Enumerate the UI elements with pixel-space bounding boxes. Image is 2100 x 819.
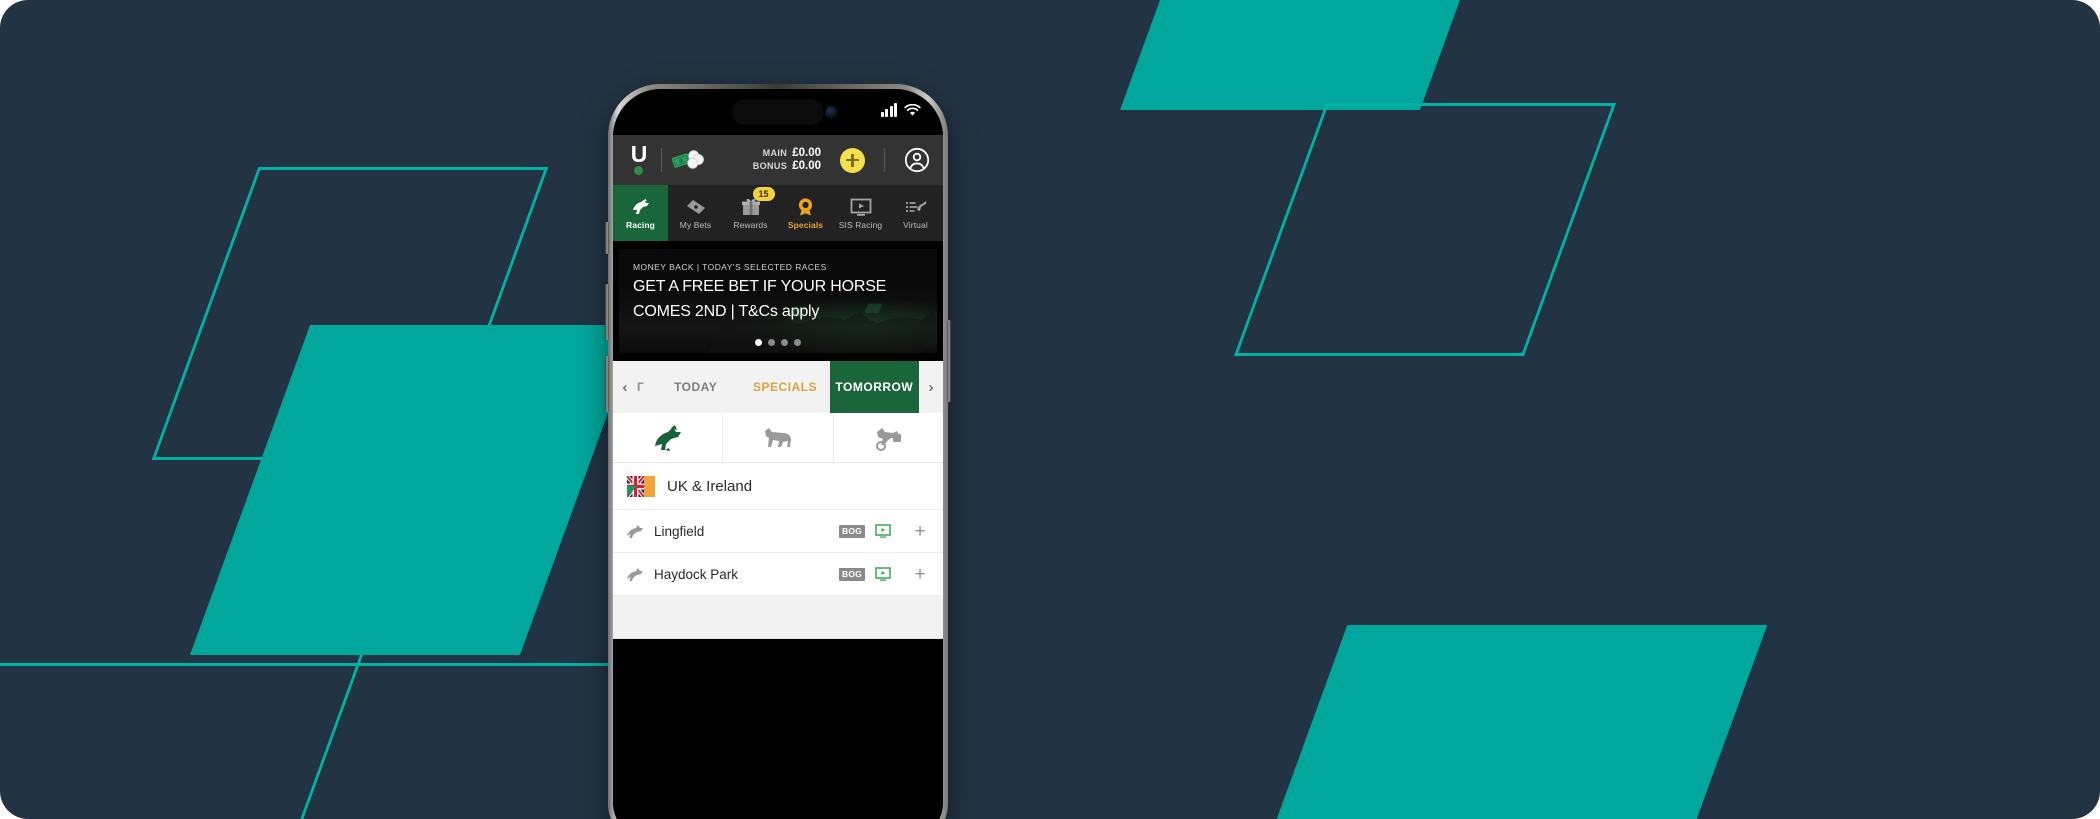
date-tab-truncated[interactable]: Г — [637, 361, 651, 413]
greyhound-icon — [764, 427, 791, 447]
decorative-parallelogram-outline-right — [1233, 103, 1617, 356]
tab-sis-racing-label: SIS Racing — [838, 219, 883, 230]
tv-play-icon — [850, 197, 872, 217]
promo-kicker: MONEY BACK | TODAY'S SELECTED RACES — [633, 262, 827, 272]
tab-virtual[interactable]: Virtual — [888, 185, 943, 241]
horse-racing-icon — [654, 424, 681, 451]
carousel-dot-3[interactable] — [781, 339, 788, 346]
main-balance-row: MAIN £0.00 — [763, 147, 821, 160]
promo-copy: MONEY BACK | TODAY'S SELECTED RACES GET … — [619, 249, 937, 321]
status-indicators — [880, 103, 922, 117]
marketing-backdrop: U MAIN £0.00 BONUS £0.00 Racing My Bets … — [0, 0, 2100, 819]
volume-down-button[interactable] — [605, 356, 609, 412]
date-filter-bar: ‹ Г TODAY SPECIALS TOMORROW › — [613, 361, 943, 413]
tab-racing[interactable]: Racing — [613, 185, 668, 241]
unibet-logo-letter: U — [630, 141, 648, 167]
phone-mockup: U MAIN £0.00 BONUS £0.00 Racing My Bets … — [605, 84, 951, 819]
promo-headline-line-2: COMES 2ND | T&Cs apply — [633, 302, 820, 320]
tab-rewards[interactable]: 15 Rewards — [723, 185, 778, 241]
tab-virtual-label: Virtual — [903, 219, 928, 230]
stream-tv-icon[interactable] — [875, 524, 891, 538]
carousel-dot-2[interactable] — [768, 339, 775, 346]
app-header: U MAIN £0.00 BONUS £0.00 — [613, 135, 943, 185]
carousel-dots[interactable] — [755, 339, 801, 346]
sport-tab-greyhound[interactable] — [723, 413, 834, 462]
carousel-dot-1[interactable] — [755, 339, 762, 346]
dynamic-island — [732, 99, 824, 125]
stream-tv-icon[interactable] — [875, 567, 891, 581]
cash-money-icon[interactable] — [672, 147, 706, 173]
sport-type-selector — [613, 413, 943, 463]
status-badge: BOG — [839, 567, 865, 581]
wifi-icon — [904, 104, 921, 116]
add-to-favourites-button[interactable]: + — [909, 565, 931, 584]
bonus-balance-row: BONUS £0.00 — [753, 160, 821, 173]
account-divider — [884, 148, 885, 172]
sport-tab-harness-racing[interactable] — [834, 413, 943, 462]
main-balance-label: MAIN — [762, 148, 788, 158]
table-row[interactable]: Lingfield BOG + — [613, 510, 943, 553]
tab-specials[interactable]: Specials — [778, 185, 833, 241]
date-tab-specials[interactable]: SPECIALS — [740, 361, 829, 413]
tab-my-bets-label: My Bets — [679, 219, 712, 230]
promo-banner[interactable]: MONEY BACK | TODAY'S SELECTED RACES GET … — [619, 249, 937, 353]
main-balance-value: £0.00 — [792, 147, 821, 159]
silence-switch-button[interactable] — [605, 222, 609, 254]
carousel-dot-4[interactable] — [794, 339, 801, 346]
table-row[interactable]: Haydock Park BOG + — [613, 553, 943, 596]
uk-ireland-flag-icon — [627, 475, 655, 497]
rosette-icon — [796, 197, 815, 217]
account-avatar-icon[interactable] — [904, 147, 930, 173]
tab-specials-label: Specials — [787, 219, 824, 230]
date-tab-today[interactable]: TODAY — [651, 361, 740, 413]
primary-nav-tabs: Racing My Bets 15 Rewards Specials SIS R… — [613, 185, 943, 241]
front-camera-icon — [825, 106, 838, 119]
region-name-label: UK & Ireland — [667, 477, 753, 495]
tab-sis-racing[interactable]: SIS Racing — [833, 185, 888, 241]
horse-racing-icon — [625, 566, 644, 582]
bonus-balance-value: £0.00 — [792, 160, 821, 172]
plus-deposit-icon[interactable] — [840, 147, 865, 173]
phone-screen: U MAIN £0.00 BONUS £0.00 Racing My Bets … — [613, 89, 943, 819]
volume-up-button[interactable] — [605, 284, 609, 340]
horse-racing-icon — [625, 523, 644, 539]
decorative-parallelogram-solid-bottom-right — [1252, 625, 1768, 819]
date-tab-tomorrow[interactable]: TOMORROW — [829, 361, 919, 413]
decorative-parallelogram-solid-top-right — [1119, 0, 1501, 110]
unibet-u-logo[interactable]: U — [626, 141, 651, 176]
status-bar — [613, 89, 943, 135]
date-prev-arrow[interactable]: ‹ — [613, 361, 637, 413]
tab-rewards-label: Rewards — [733, 219, 768, 230]
decorative-diagonal-line — [290, 655, 363, 819]
region-header-uk-ireland[interactable]: UK & Ireland — [613, 463, 943, 510]
tab-my-bets[interactable]: My Bets — [668, 185, 723, 241]
virtual-racing-icon — [905, 197, 927, 217]
tab-racing-label: Racing — [626, 219, 655, 230]
date-next-arrow[interactable]: › — [919, 361, 943, 413]
sport-tab-horse-racing[interactable] — [613, 413, 724, 462]
promo-headline-line-1: GET A FREE BET IF YOUR HORSE — [633, 278, 887, 295]
status-badge: BOG — [839, 524, 865, 538]
power-button[interactable] — [947, 320, 951, 402]
balance-display[interactable]: MAIN £0.00 BONUS £0.00 — [753, 147, 821, 173]
race-name-label: Haydock Park — [654, 566, 739, 582]
add-to-favourites-button[interactable]: + — [909, 522, 931, 541]
signal-bars-icon — [880, 103, 897, 117]
unibet-logo-dot — [634, 166, 643, 175]
bet-ticket-icon — [685, 197, 707, 217]
harness-racing-icon — [876, 427, 902, 451]
bonus-balance-label: BONUS — [752, 161, 788, 171]
horse-racing-icon — [630, 197, 652, 217]
rewards-badge: 15 — [752, 187, 775, 201]
table-row-partial[interactable] — [613, 596, 943, 639]
race-name-label: Lingfield — [654, 523, 705, 539]
header-divider — [661, 148, 662, 172]
